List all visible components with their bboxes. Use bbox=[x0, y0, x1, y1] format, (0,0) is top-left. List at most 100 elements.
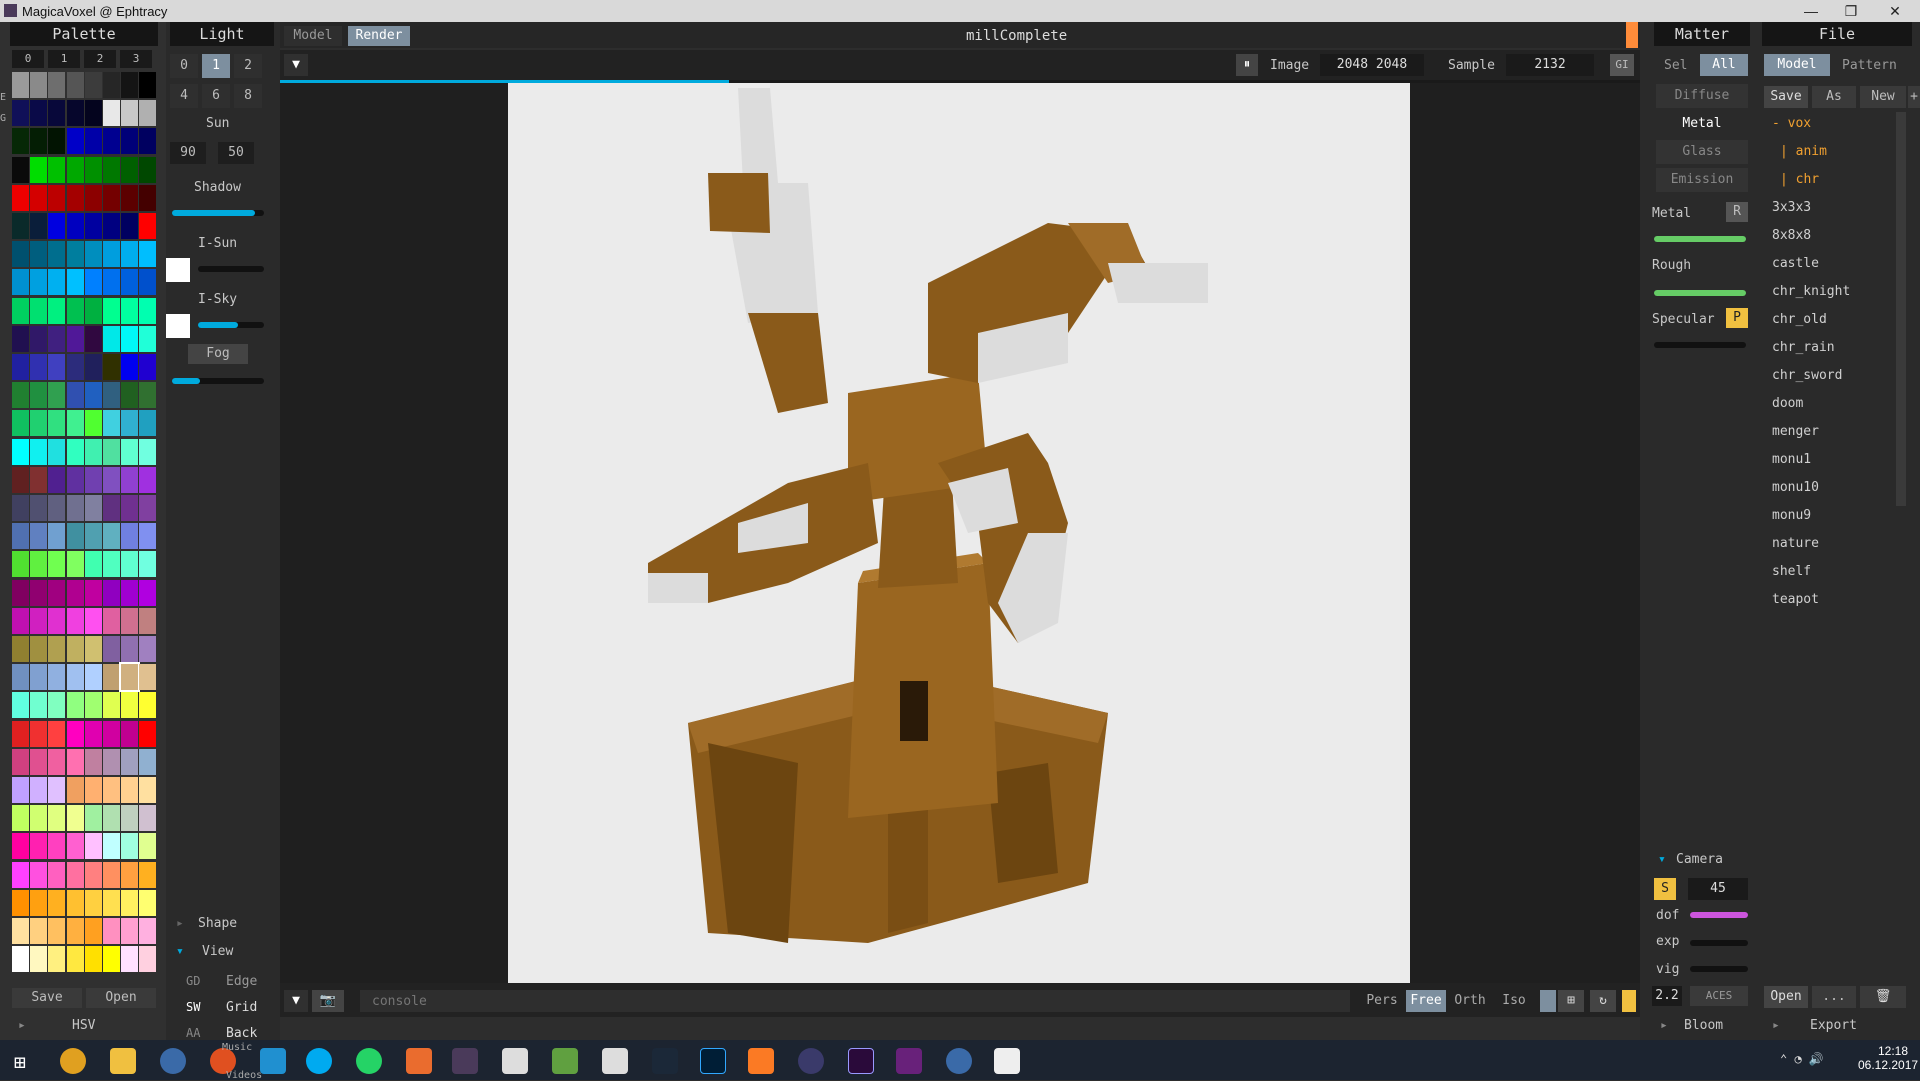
light-preset-0[interactable]: 0 bbox=[170, 54, 198, 78]
palette-swatch[interactable] bbox=[12, 748, 29, 775]
palette-swatch[interactable] bbox=[30, 918, 48, 944]
visual-studio-icon[interactable] bbox=[896, 1048, 922, 1074]
trash-icon[interactable]: 🗑 bbox=[1860, 986, 1906, 1008]
palette-swatch[interactable] bbox=[139, 636, 157, 662]
palette-swatch[interactable] bbox=[84, 607, 102, 634]
magicavoxel-icon[interactable] bbox=[452, 1048, 478, 1074]
palette-swatch[interactable] bbox=[30, 946, 48, 973]
palette-swatch[interactable] bbox=[84, 861, 102, 888]
palette-swatch[interactable] bbox=[84, 269, 102, 296]
palette-swatch[interactable] bbox=[139, 410, 157, 437]
palette-open-button[interactable]: Open bbox=[86, 988, 156, 1008]
image-size-field[interactable]: 2048 2048 bbox=[1320, 54, 1424, 76]
palette-swatch[interactable] bbox=[103, 833, 120, 860]
palette-swatch[interactable] bbox=[66, 551, 84, 578]
palette-swatch[interactable] bbox=[84, 297, 102, 324]
palette-swatch[interactable] bbox=[121, 918, 139, 944]
palette-swatch[interactable] bbox=[139, 889, 157, 916]
palette-swatch[interactable] bbox=[103, 354, 120, 380]
palette-swatch[interactable] bbox=[103, 946, 120, 973]
chrome-icon[interactable] bbox=[60, 1048, 86, 1074]
palette-swatch[interactable] bbox=[103, 72, 120, 98]
file-list-item[interactable]: chr_knight bbox=[1772, 284, 1850, 299]
palette-swatch[interactable] bbox=[66, 495, 84, 521]
palette-swatch[interactable] bbox=[103, 410, 120, 437]
exp-slider[interactable] bbox=[1690, 940, 1748, 946]
palette-swatch[interactable] bbox=[139, 720, 157, 747]
metal-r-button[interactable]: R bbox=[1726, 202, 1748, 222]
palette-swatch[interactable] bbox=[121, 213, 139, 239]
palette-swatch[interactable] bbox=[48, 354, 66, 380]
palette-swatch[interactable] bbox=[139, 805, 157, 832]
bottom-menu-icon[interactable]: ▼ bbox=[284, 990, 308, 1012]
palette-swatch[interactable] bbox=[12, 833, 29, 860]
palette-swatch[interactable] bbox=[30, 466, 48, 493]
matter-type-metal[interactable]: Metal bbox=[1656, 112, 1748, 136]
camera-snapshot-icon[interactable]: 📷 bbox=[312, 990, 344, 1012]
palette-swatch[interactable] bbox=[66, 636, 84, 662]
camera-arrow-icon[interactable]: ▾ bbox=[1658, 852, 1666, 867]
palette-swatch[interactable] bbox=[84, 410, 102, 437]
camera-fov-field[interactable]: 45 bbox=[1688, 878, 1748, 900]
palette-swatch[interactable] bbox=[84, 523, 102, 550]
palette-swatch[interactable] bbox=[12, 579, 29, 606]
palette-swatch[interactable] bbox=[139, 184, 157, 211]
file-new-button[interactable]: New bbox=[1860, 86, 1906, 108]
palette-swatch[interactable] bbox=[66, 410, 84, 437]
bloom-arrow-icon[interactable]: ▸ bbox=[1660, 1018, 1668, 1033]
palette-swatch[interactable] bbox=[48, 156, 66, 183]
palette-swatch[interactable] bbox=[66, 354, 84, 380]
premiere-icon[interactable] bbox=[848, 1048, 874, 1074]
palette-swatch[interactable] bbox=[139, 72, 157, 98]
palette-swatch[interactable] bbox=[30, 128, 48, 155]
palette-swatch[interactable] bbox=[12, 156, 29, 183]
palette-swatch[interactable] bbox=[103, 325, 120, 352]
palette-swatch[interactable] bbox=[103, 466, 120, 493]
palette-swatch[interactable] bbox=[66, 579, 84, 606]
palette-swatch[interactable] bbox=[121, 382, 139, 409]
gamma-field[interactable]: 2.2 bbox=[1652, 986, 1682, 1006]
view-option-sw[interactable]: SW bbox=[186, 1000, 200, 1014]
palette-swatch[interactable] bbox=[103, 636, 120, 662]
file-list-item[interactable]: chr_sword bbox=[1772, 368, 1842, 383]
view-option-edge[interactable]: Edge bbox=[226, 974, 257, 989]
palette-swatch[interactable] bbox=[121, 551, 139, 578]
specular-slider[interactable] bbox=[1654, 342, 1746, 348]
file-explorer-icon[interactable] bbox=[110, 1048, 136, 1074]
palette-swatch[interactable] bbox=[84, 720, 102, 747]
palette-swatch[interactable] bbox=[48, 777, 66, 803]
palette-swatch[interactable] bbox=[66, 269, 84, 296]
skype-icon[interactable] bbox=[306, 1048, 332, 1074]
palette-swatch[interactable] bbox=[30, 861, 48, 888]
file-open-button[interactable]: Open bbox=[1764, 986, 1808, 1008]
file-save-as-button[interactable]: As bbox=[1812, 86, 1856, 108]
palette-swatch[interactable] bbox=[66, 889, 84, 916]
light-preset-8[interactable]: 8 bbox=[234, 84, 262, 108]
view-arrow-icon[interactable]: ▾ bbox=[176, 944, 184, 959]
vig-slider[interactable] bbox=[1690, 966, 1748, 972]
palette-swatch[interactable] bbox=[30, 579, 48, 606]
slides-icon[interactable] bbox=[406, 1048, 432, 1074]
whatsapp-icon[interactable] bbox=[356, 1048, 382, 1074]
tab-model[interactable]: Model bbox=[284, 26, 342, 46]
palette-swatch[interactable] bbox=[48, 100, 66, 127]
palette-swatch[interactable] bbox=[84, 382, 102, 409]
isky-color-swatch[interactable] bbox=[166, 314, 190, 338]
palette-swatch[interactable] bbox=[139, 382, 157, 409]
frame-icon[interactable]: ⊞ bbox=[1558, 990, 1584, 1012]
palette-swatch[interactable] bbox=[48, 579, 66, 606]
file-folder[interactable]: | chr bbox=[1780, 172, 1819, 187]
camera-toggle[interactable]: Camera bbox=[1676, 852, 1723, 867]
matter-all-button[interactable]: All bbox=[1700, 54, 1748, 76]
palette-swatch[interactable] bbox=[48, 889, 66, 916]
file-save-button[interactable]: Save bbox=[1764, 86, 1808, 108]
palette-swatch[interactable] bbox=[121, 495, 139, 521]
palette-swatch[interactable] bbox=[66, 692, 84, 719]
palette-swatch[interactable] bbox=[12, 325, 29, 352]
file-list-item[interactable]: teapot bbox=[1772, 592, 1819, 607]
palette-swatch[interactable] bbox=[103, 579, 120, 606]
palette-swatch[interactable] bbox=[48, 664, 66, 691]
palette-swatch[interactable] bbox=[66, 184, 84, 211]
palette-swatch[interactable] bbox=[139, 241, 157, 268]
palette-swatch[interactable] bbox=[48, 495, 66, 521]
